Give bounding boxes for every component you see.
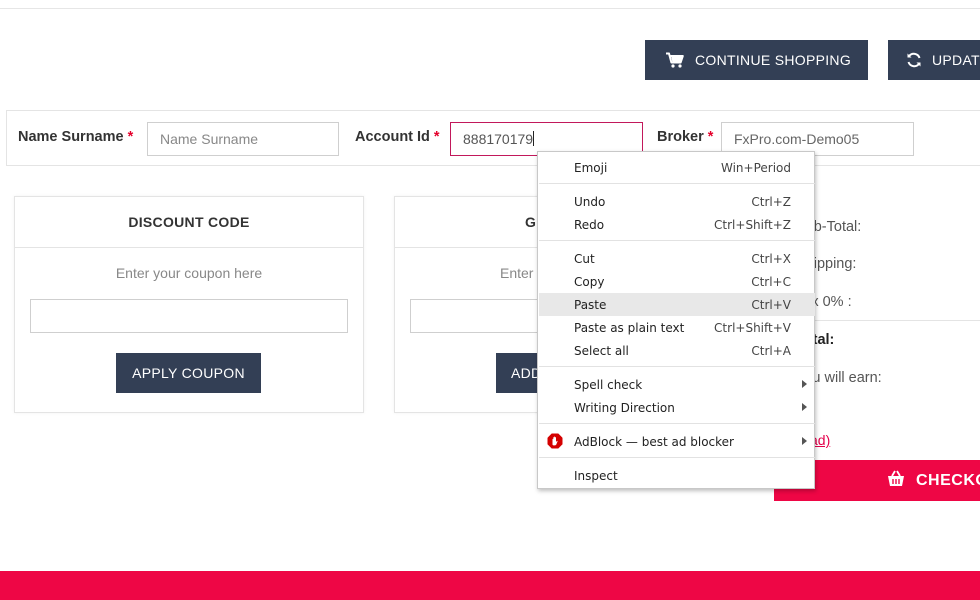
discount-code-title: DISCOUNT CODE	[15, 197, 363, 248]
coupon-input[interactable]	[30, 299, 348, 333]
account-id-label-text: Account Id	[355, 129, 430, 145]
required-marker: *	[707, 129, 714, 145]
subtotal-label: Sub-Total:	[796, 219, 862, 235]
footer-bar	[0, 571, 980, 600]
menu-item-shortcut: Win+Period	[720, 160, 791, 175]
continue-shopping-button[interactable]: CONTINUE SHOPPING	[645, 40, 868, 80]
menu-item-label: AdBlock — best ad blocker	[574, 434, 734, 449]
text-caret	[533, 131, 535, 146]
menu-item-shortcut: Ctrl+Shift+Z	[714, 217, 791, 232]
required-marker: *	[127, 129, 134, 145]
chevron-right-icon	[802, 437, 807, 445]
coupon-hint: Enter your coupon here	[115, 265, 263, 281]
total-label: Total:	[796, 332, 835, 348]
account-info-panel: Name Surname * Name Surname Account Id * 8…	[6, 110, 980, 166]
menu-separator	[539, 366, 815, 367]
menu-item-cut[interactable]: Cut Ctrl+X	[539, 247, 815, 270]
menu-item-select-all[interactable]: Select all Ctrl+A	[539, 339, 815, 362]
menu-separator	[539, 423, 815, 424]
menu-item-emoji[interactable]: Emoji Win+Period	[539, 156, 815, 179]
menu-item-shortcut: Ctrl+A	[751, 343, 791, 358]
name-surname-label: Name Surname *	[18, 129, 133, 145]
menu-item-paste-plain-text[interactable]: Paste as plain text Ctrl+Shift+V	[539, 316, 815, 339]
menu-separator	[539, 457, 815, 458]
broker-label: Broker *	[657, 129, 713, 145]
account-id-value: 888170179	[463, 131, 534, 147]
menu-item-label: Undo	[574, 194, 606, 209]
menu-item-spell-check[interactable]: Spell check	[539, 373, 815, 396]
menu-item-copy[interactable]: Copy Ctrl+C	[539, 270, 815, 293]
menu-item-label: Select all	[574, 343, 629, 358]
name-surname-label-text: Name Surname	[18, 129, 124, 145]
broker-label-text: Broker	[657, 129, 704, 145]
tax-label: Tax 0% :	[796, 294, 852, 310]
refresh-icon	[906, 52, 922, 68]
menu-item-label: Cut	[574, 251, 595, 266]
update-cart-label: UPDATE	[932, 52, 980, 68]
cart-icon	[665, 52, 685, 68]
account-id-label: Account Id *	[355, 129, 440, 145]
chevron-right-icon	[802, 380, 807, 388]
name-surname-input[interactable]: Name Surname	[147, 122, 339, 156]
top-divider	[0, 8, 980, 9]
required-marker: *	[433, 129, 440, 145]
menu-item-writing-direction[interactable]: Writing Direction	[539, 396, 815, 419]
apply-coupon-button[interactable]: APPLY COUPON	[116, 353, 261, 393]
gift-card-title-text: G	[525, 214, 537, 230]
menu-item-inspect[interactable]: Inspect	[539, 464, 815, 487]
menu-item-label: Emoji	[574, 160, 608, 175]
menu-item-redo[interactable]: Redo Ctrl+Shift+Z	[539, 213, 815, 236]
update-cart-button[interactable]: UPDATE	[888, 40, 980, 80]
broker-value: FxPro.com-Demo05	[734, 131, 860, 147]
gift-hint-text: Enter	[500, 265, 534, 281]
menu-item-shortcut: Ctrl+Z	[751, 194, 791, 209]
adblock-hand-icon	[547, 433, 563, 452]
context-menu: Emoji Win+Period Undo Ctrl+Z Redo Ctrl+S…	[537, 151, 815, 489]
earn-points-label: You will earn:	[796, 370, 882, 386]
shipping-label: Shipping:	[796, 256, 857, 272]
menu-item-shortcut: Ctrl+X	[751, 251, 791, 266]
chevron-right-icon	[802, 403, 807, 411]
menu-item-label: Inspect	[574, 468, 618, 483]
checkout-label: CHECKOUT	[916, 471, 980, 489]
basket-icon	[886, 470, 906, 493]
menu-item-label: Spell check	[574, 377, 643, 392]
continue-shopping-label: CONTINUE SHOPPING	[695, 52, 852, 68]
discount-code-card: DISCOUNT CODE Enter your coupon here APP…	[14, 196, 364, 413]
menu-item-label: Paste	[574, 297, 607, 312]
name-surname-placeholder: Name Surname	[160, 131, 259, 147]
menu-separator	[539, 183, 815, 184]
menu-item-shortcut: Ctrl+C	[751, 274, 791, 289]
menu-item-label: Redo	[574, 217, 605, 232]
menu-item-label: Copy	[574, 274, 605, 289]
menu-item-undo[interactable]: Undo Ctrl+Z	[539, 190, 815, 213]
menu-item-shortcut: Ctrl+Shift+V	[714, 320, 791, 335]
menu-item-label: Writing Direction	[574, 400, 675, 415]
menu-item-shortcut: Ctrl+V	[751, 297, 791, 312]
menu-item-label: Paste as plain text	[574, 320, 685, 335]
menu-item-paste[interactable]: Paste Ctrl+V	[539, 293, 815, 316]
menu-item-adblock[interactable]: AdBlock — best ad blocker	[539, 430, 815, 453]
menu-separator	[539, 240, 815, 241]
